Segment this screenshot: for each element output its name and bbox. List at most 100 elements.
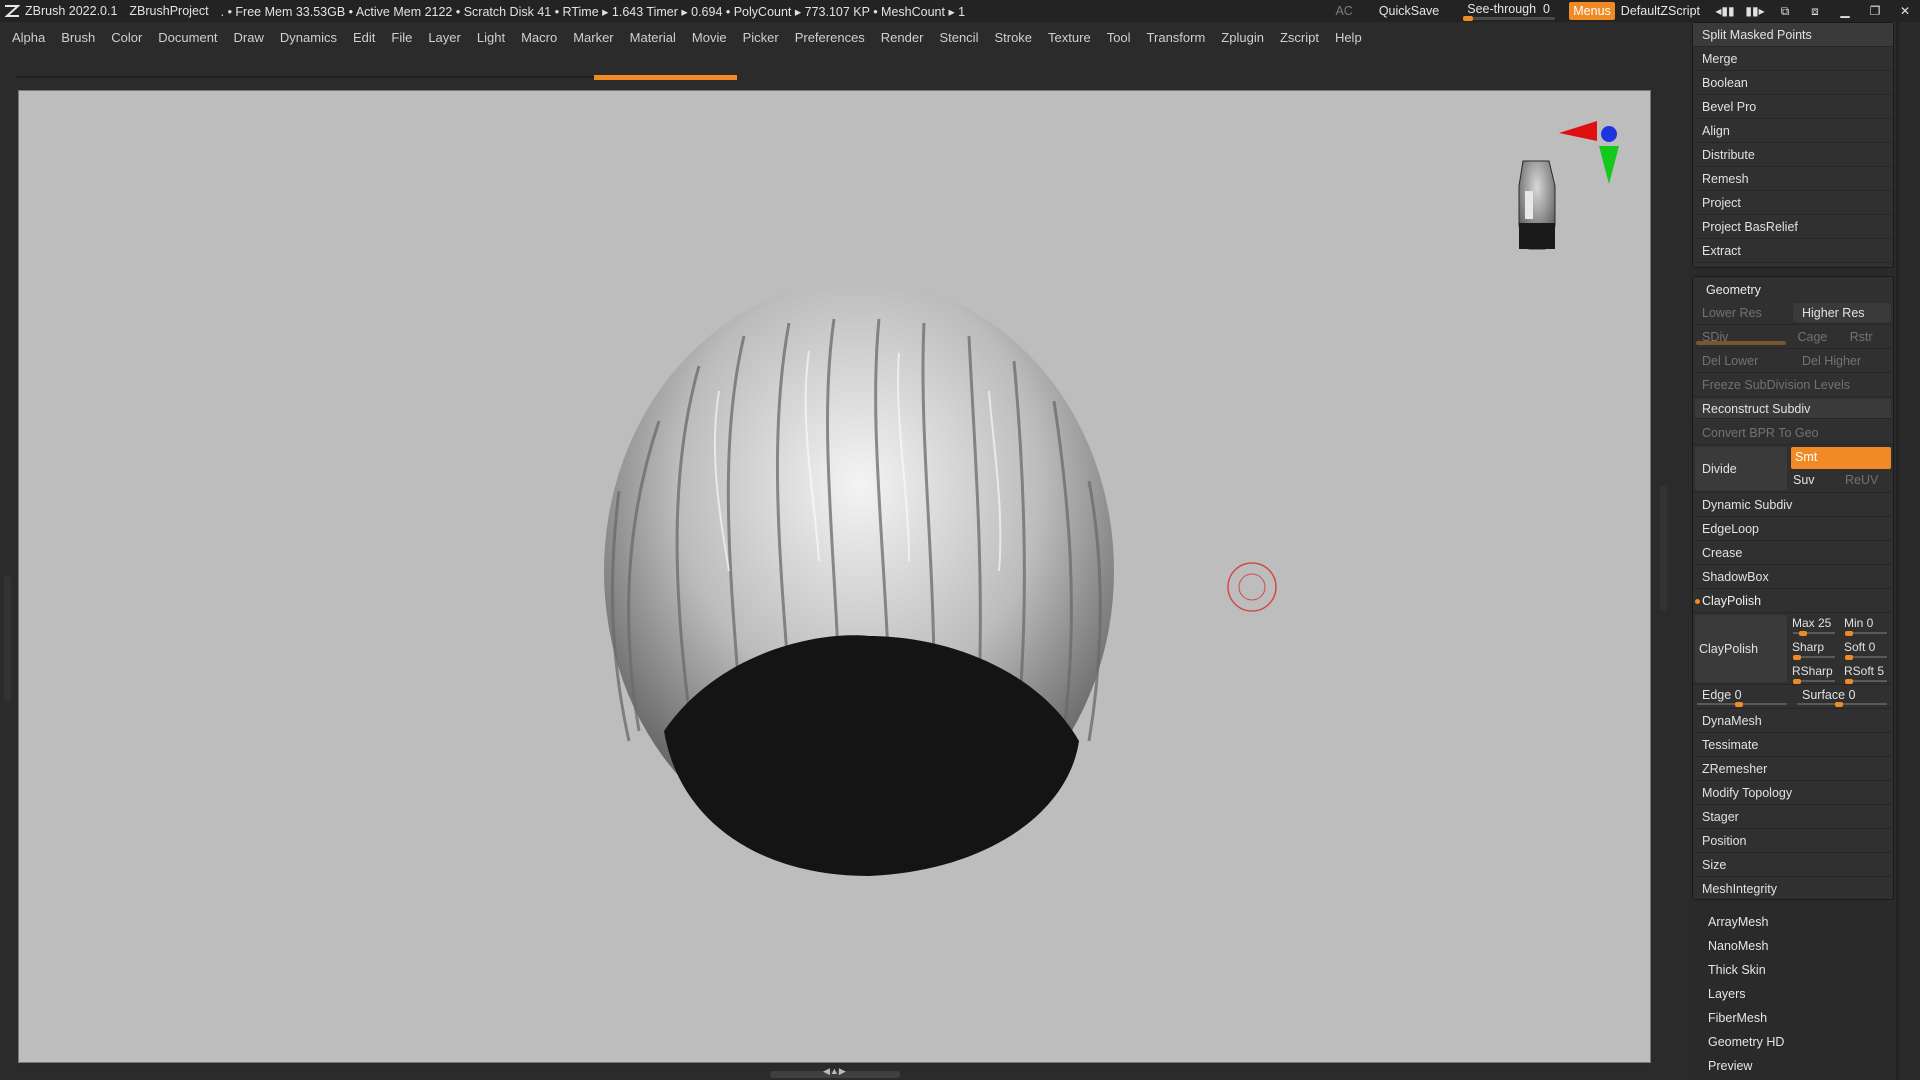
close-icon[interactable]: ✕ [1890,4,1920,18]
minimize-icon[interactable]: ▁ [1830,4,1860,18]
lower-res-button[interactable]: Lower Res [1693,301,1791,324]
boolean-button[interactable]: Boolean [1693,71,1893,95]
menu-movie[interactable]: Movie [692,30,727,45]
modify-topology-button[interactable]: Modify Topology [1693,781,1893,805]
menus-button[interactable]: Menus [1569,2,1615,20]
nanomesh-subpalette[interactable]: NanoMesh [1692,934,1894,958]
menu-zplugin[interactable]: Zplugin [1221,30,1264,45]
freeze-subdivision-button[interactable]: Freeze SubDivision Levels [1693,373,1893,397]
menu-help[interactable]: Help [1335,30,1362,45]
edgeloop-button[interactable]: EdgeLoop [1693,517,1893,541]
preview-subpalette[interactable]: Preview [1692,1054,1894,1078]
tessimate-button[interactable]: Tessimate [1693,733,1893,757]
quicksave-button[interactable]: QuickSave [1379,4,1439,18]
menu-color[interactable]: Color [111,30,142,45]
fibermesh-subpalette[interactable]: FiberMesh [1692,1006,1894,1030]
menu-brush[interactable]: Brush [61,30,95,45]
menu-dynamics[interactable]: Dynamics [280,30,337,45]
claypolish-section[interactable]: ClayPolish [1693,589,1893,613]
project-button[interactable]: Project [1693,191,1893,215]
restore-layout-icon[interactable]: ⧈ [1800,4,1830,19]
higher-res-button[interactable]: Higher Res [1793,303,1891,322]
project-name[interactable]: ZBrushProject [129,4,208,18]
menu-edit[interactable]: Edit [353,30,375,45]
bevel-pro-button[interactable]: Bevel Pro [1693,95,1893,119]
zremesher-button[interactable]: ZRemesher [1693,757,1893,781]
project-basrelief-button[interactable]: Project BasRelief [1693,215,1893,239]
position-button[interactable]: Position [1693,829,1893,853]
menu-material[interactable]: Material [630,30,676,45]
right-tray-handle[interactable] [1660,486,1667,611]
convert-bpr-button[interactable]: Convert BPR To Geo [1693,421,1893,445]
menu-preferences[interactable]: Preferences [795,30,865,45]
sdiv-slider[interactable]: SDiv [1693,325,1789,348]
menu-macro[interactable]: Macro [521,30,557,45]
sharp-slider[interactable]: Sharp [1789,637,1841,661]
remesh-button[interactable]: Remesh [1693,167,1893,191]
collapse-right-icon[interactable]: ▮▮▸ [1740,4,1770,18]
see-through-slider[interactable]: See-through 0 [1463,0,1557,22]
menu-marker[interactable]: Marker [573,30,613,45]
rsoft-slider[interactable]: RSoft 5 [1841,661,1893,685]
menu-tool[interactable]: Tool [1107,30,1131,45]
layers-subpalette[interactable]: Layers [1692,982,1894,1006]
menu-render[interactable]: Render [881,30,924,45]
menu-layer[interactable]: Layer [428,30,461,45]
meshintegrity-button[interactable]: MeshIntegrity [1693,877,1893,901]
rsharp-slider[interactable]: RSharp [1789,661,1841,685]
default-zscript-button[interactable]: DefaultZScript [1621,4,1700,18]
menu-light[interactable]: Light [477,30,505,45]
claypolish-button[interactable]: ClayPolish [1695,615,1787,682]
maximize-icon[interactable]: ❐ [1860,4,1890,18]
distribute-button[interactable]: Distribute [1693,143,1893,167]
align-button[interactable]: Align [1693,119,1893,143]
menu-alpha[interactable]: Alpha [12,30,45,45]
divide-button[interactable]: Divide [1695,447,1787,490]
rstr-button[interactable]: Rstr [1841,325,1893,348]
cage-button[interactable]: Cage [1789,325,1841,348]
menu-stencil[interactable]: Stencil [939,30,978,45]
layout-icon[interactable]: ⧉ [1770,4,1800,19]
ac-toggle[interactable]: AC [1335,4,1352,18]
menu-stroke[interactable]: Stroke [994,30,1032,45]
soft-slider[interactable]: Soft 0 [1841,637,1893,661]
edge-slider[interactable]: Edge 0 [1693,685,1793,708]
del-higher-button[interactable]: Del Higher [1793,349,1893,372]
menu-file[interactable]: File [391,30,412,45]
smt-toggle[interactable]: Smt [1791,447,1891,469]
shadowbox-button[interactable]: ShadowBox [1693,565,1893,589]
expand-arrows-icon[interactable]: ◀▲▶ [823,1066,846,1077]
active-tab-indicator[interactable] [594,75,737,80]
suv-toggle[interactable]: Suv [1789,469,1841,491]
split-masked-points-button[interactable]: Split Masked Points [1693,23,1893,47]
menu-zscript[interactable]: Zscript [1280,30,1319,45]
min-slider[interactable]: Min 0 [1841,613,1893,637]
merge-button[interactable]: Merge [1693,47,1893,71]
collapse-left-icon[interactable]: ◂▮▮ [1710,4,1740,18]
dynamic-subdiv-button[interactable]: Dynamic Subdiv [1693,493,1893,517]
dynamesh-button[interactable]: DynaMesh [1693,709,1893,733]
menu-texture[interactable]: Texture [1048,30,1091,45]
crease-button[interactable]: Crease [1693,541,1893,565]
size-button[interactable]: Size [1693,853,1893,877]
thick-skin-subpalette[interactable]: Thick Skin [1692,958,1894,982]
menu-draw[interactable]: Draw [234,30,264,45]
orientation-gizmo[interactable] [1518,121,1619,250]
surface-slider[interactable]: Surface 0 [1793,685,1893,708]
reconstruct-subdiv-button[interactable]: Reconstruct Subdiv [1695,399,1891,419]
geometry-hd-subpalette[interactable]: Geometry HD [1692,1030,1894,1054]
reuv-button[interactable]: ReUV [1841,469,1893,491]
stager-button[interactable]: Stager [1693,805,1893,829]
arraymesh-subpalette[interactable]: ArrayMesh [1692,910,1894,934]
menu-transform[interactable]: Transform [1147,30,1206,45]
menu-document[interactable]: Document [158,30,217,45]
extract-button[interactable]: Extract [1693,239,1893,263]
menu-picker[interactable]: Picker [743,30,779,45]
canvas-viewport[interactable] [18,90,1651,1063]
del-lower-button[interactable]: Del Lower [1693,349,1793,372]
left-tray-handle[interactable] [4,576,11,701]
geometry-title[interactable]: Geometry [1693,277,1893,301]
sculpt-model[interactable] [604,281,1114,876]
max-slider[interactable]: Max 25 [1789,613,1841,637]
palette-scrollbar[interactable] [1896,22,1899,1080]
